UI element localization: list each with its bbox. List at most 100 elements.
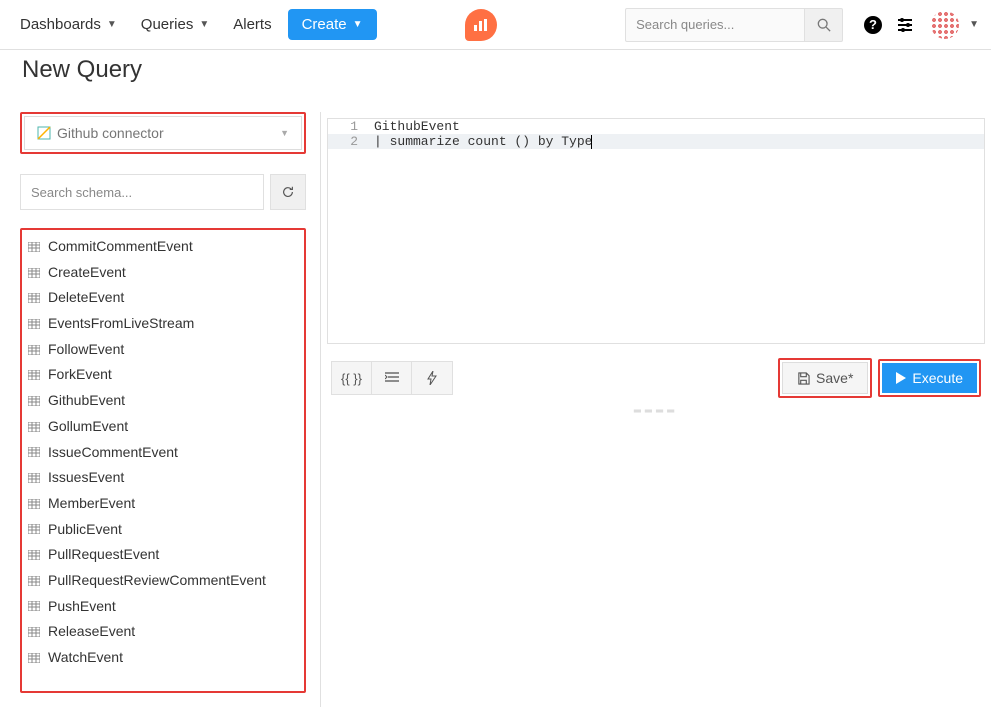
table-icon xyxy=(28,601,42,611)
table-icon xyxy=(28,576,42,586)
table-row[interactable]: GollumEvent xyxy=(24,414,302,440)
execute-highlight: Execute xyxy=(878,359,981,397)
table-icon xyxy=(28,268,42,278)
table-row[interactable]: MemberEvent xyxy=(24,491,302,517)
settings-icon[interactable] xyxy=(893,13,917,37)
autocomplete-button[interactable] xyxy=(412,362,452,394)
table-row[interactable]: DeleteEvent xyxy=(24,285,302,311)
page-title: New Query xyxy=(0,56,991,84)
table-label: MemberEvent xyxy=(48,493,135,515)
table-row[interactable]: IssuesEvent xyxy=(24,465,302,491)
format-button[interactable] xyxy=(372,362,412,394)
table-icon xyxy=(28,370,42,380)
table-row[interactable]: FollowEvent xyxy=(24,337,302,363)
table-row[interactable]: ForkEvent xyxy=(24,362,302,388)
resize-handle[interactable]: ════ xyxy=(321,406,991,417)
editor-line[interactable]: 2| summarize count () by Type xyxy=(328,134,984,149)
table-icon xyxy=(28,653,42,663)
nav-alerts[interactable]: Alerts xyxy=(225,10,279,39)
table-row[interactable]: EventsFromLiveStream xyxy=(24,311,302,337)
table-icon xyxy=(28,524,42,534)
save-icon xyxy=(797,372,810,385)
table-row[interactable]: PullRequestReviewCommentEvent xyxy=(24,568,302,594)
table-row[interactable]: CommitCommentEvent xyxy=(24,234,302,260)
lightning-icon xyxy=(427,371,437,385)
line-code: | summarize count () by Type xyxy=(366,134,984,149)
refresh-icon xyxy=(281,185,295,199)
search-button[interactable] xyxy=(805,8,843,42)
datasource-highlight: Github connector ▼ xyxy=(20,112,306,154)
tables-list: CommitCommentEvent CreateEvent DeleteEvent… xyxy=(24,234,302,671)
datasource-select[interactable]: Github connector ▼ xyxy=(24,116,302,150)
table-icon xyxy=(28,396,42,406)
topbar: Dashboards ▼ Queries ▼ Alerts Create ▼ ?… xyxy=(0,0,991,50)
table-label: ForkEvent xyxy=(48,364,112,386)
datasource-label: Github connector xyxy=(57,125,164,141)
save-button[interactable]: Save* xyxy=(782,362,868,394)
text-cursor xyxy=(591,135,592,149)
execute-label: Execute xyxy=(912,370,963,386)
caret-down-icon: ▼ xyxy=(280,128,289,138)
save-highlight: Save* xyxy=(778,358,872,398)
svg-text:?: ? xyxy=(869,17,877,32)
table-label: IssueCommentEvent xyxy=(48,442,178,464)
table-icon xyxy=(28,319,42,329)
nav-queries[interactable]: Queries ▼ xyxy=(133,10,217,39)
table-row[interactable]: WatchEvent xyxy=(24,645,302,671)
nav-dashboards[interactable]: Dashboards ▼ xyxy=(12,10,125,39)
table-row[interactable]: IssueCommentEvent xyxy=(24,440,302,466)
execute-button[interactable]: Execute xyxy=(882,363,977,393)
table-label: CreateEvent xyxy=(48,262,126,284)
main: 1GithubEvent2| summarize count () by Typ… xyxy=(320,112,991,707)
table-icon xyxy=(28,293,42,303)
tables-highlight: CommitCommentEvent CreateEvent DeleteEvent… xyxy=(20,228,306,693)
table-label: PullRequestReviewCommentEvent xyxy=(48,570,266,592)
table-label: WatchEvent xyxy=(48,647,123,669)
table-label: EventsFromLiveStream xyxy=(48,313,194,335)
table-icon xyxy=(28,627,42,637)
table-icon xyxy=(28,447,42,457)
table-row[interactable]: CreateEvent xyxy=(24,260,302,286)
query-editor[interactable]: 1GithubEvent2| summarize count () by Typ… xyxy=(327,118,985,344)
format-icon xyxy=(385,372,399,384)
table-icon xyxy=(28,473,42,483)
chevron-down-icon: ▼ xyxy=(353,19,363,30)
table-label: GithubEvent xyxy=(48,390,125,412)
chevron-down-icon: ▼ xyxy=(107,19,117,30)
avatar[interactable] xyxy=(931,11,959,39)
help-icon[interactable]: ? xyxy=(861,13,885,37)
create-button-label: Create xyxy=(302,16,347,33)
table-label: DeleteEvent xyxy=(48,287,124,309)
save-label: Save* xyxy=(816,370,853,386)
table-row[interactable]: GithubEvent xyxy=(24,388,302,414)
sidebar: Github connector ▼ CommitCommentEvent Cre… xyxy=(0,112,320,707)
table-label: PublicEvent xyxy=(48,519,122,541)
params-button[interactable]: {{ }} xyxy=(332,362,372,394)
refresh-schema-button[interactable] xyxy=(270,174,306,210)
table-row[interactable]: PullRequestEvent xyxy=(24,542,302,568)
datasource-icon xyxy=(37,126,51,140)
editor-tool-group: {{ }} xyxy=(331,361,453,395)
search-input[interactable] xyxy=(625,8,805,42)
table-row[interactable]: ReleaseEvent xyxy=(24,619,302,645)
chevron-down-icon[interactable]: ▼ xyxy=(969,19,979,30)
table-label: ReleaseEvent xyxy=(48,621,135,643)
search-icon xyxy=(817,18,831,32)
table-label: GollumEvent xyxy=(48,416,128,438)
table-label: FollowEvent xyxy=(48,339,124,361)
table-icon xyxy=(28,550,42,560)
table-icon xyxy=(28,422,42,432)
table-row[interactable]: PublicEvent xyxy=(24,517,302,543)
table-icon xyxy=(28,345,42,355)
table-icon xyxy=(28,499,42,509)
create-button[interactable]: Create ▼ xyxy=(288,9,377,40)
table-row[interactable]: PushEvent xyxy=(24,594,302,620)
table-label: PullRequestEvent xyxy=(48,544,159,566)
line-number: 2 xyxy=(328,134,366,149)
params-label: {{ }} xyxy=(341,371,362,386)
table-label: CommitCommentEvent xyxy=(48,236,193,258)
chevron-down-icon: ▼ xyxy=(199,19,209,30)
schema-search-input[interactable] xyxy=(20,174,264,210)
table-label: IssuesEvent xyxy=(48,467,124,489)
editor-line[interactable]: 1GithubEvent xyxy=(328,119,984,134)
